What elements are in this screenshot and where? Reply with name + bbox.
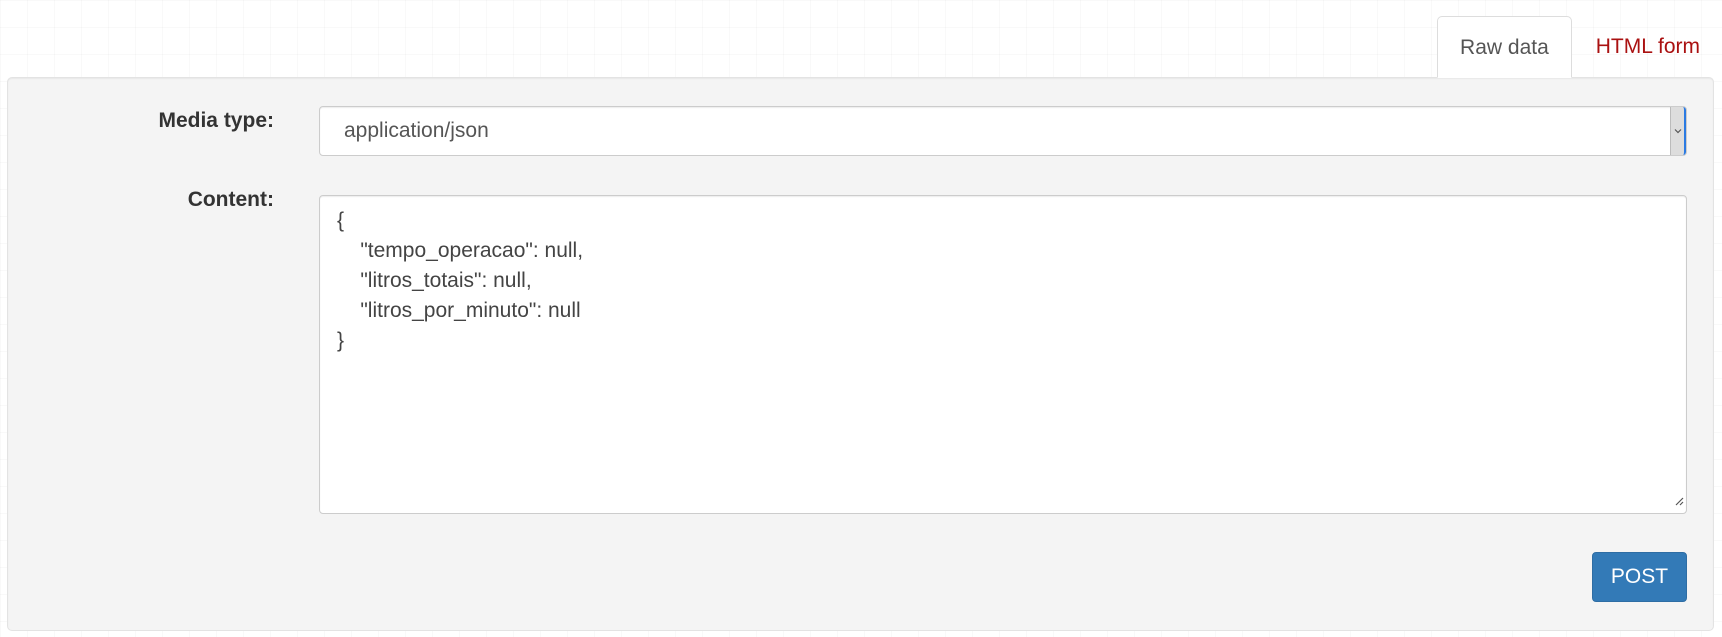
- media-type-value: application/json: [344, 119, 489, 142]
- post-button[interactable]: POST: [1592, 552, 1687, 602]
- media-type-select[interactable]: application/json: [319, 106, 1687, 156]
- tab-raw-data[interactable]: Raw data: [1437, 16, 1572, 78]
- resize-handle-icon[interactable]: [1673, 493, 1684, 511]
- content-tabs: Raw data HTML form: [1437, 16, 1722, 78]
- chevron-down-icon[interactable]: [1670, 107, 1686, 155]
- content-text[interactable]: { "tempo_operacao": null, "litros_totais…: [337, 206, 583, 356]
- raw-data-form-panel: Media type: application/json Content: { …: [7, 77, 1714, 631]
- media-type-label: Media type:: [158, 109, 274, 132]
- tab-html-form[interactable]: HTML form: [1574, 16, 1722, 78]
- content-label: Content:: [187, 188, 274, 211]
- content-textarea[interactable]: { "tempo_operacao": null, "litros_totais…: [319, 195, 1687, 514]
